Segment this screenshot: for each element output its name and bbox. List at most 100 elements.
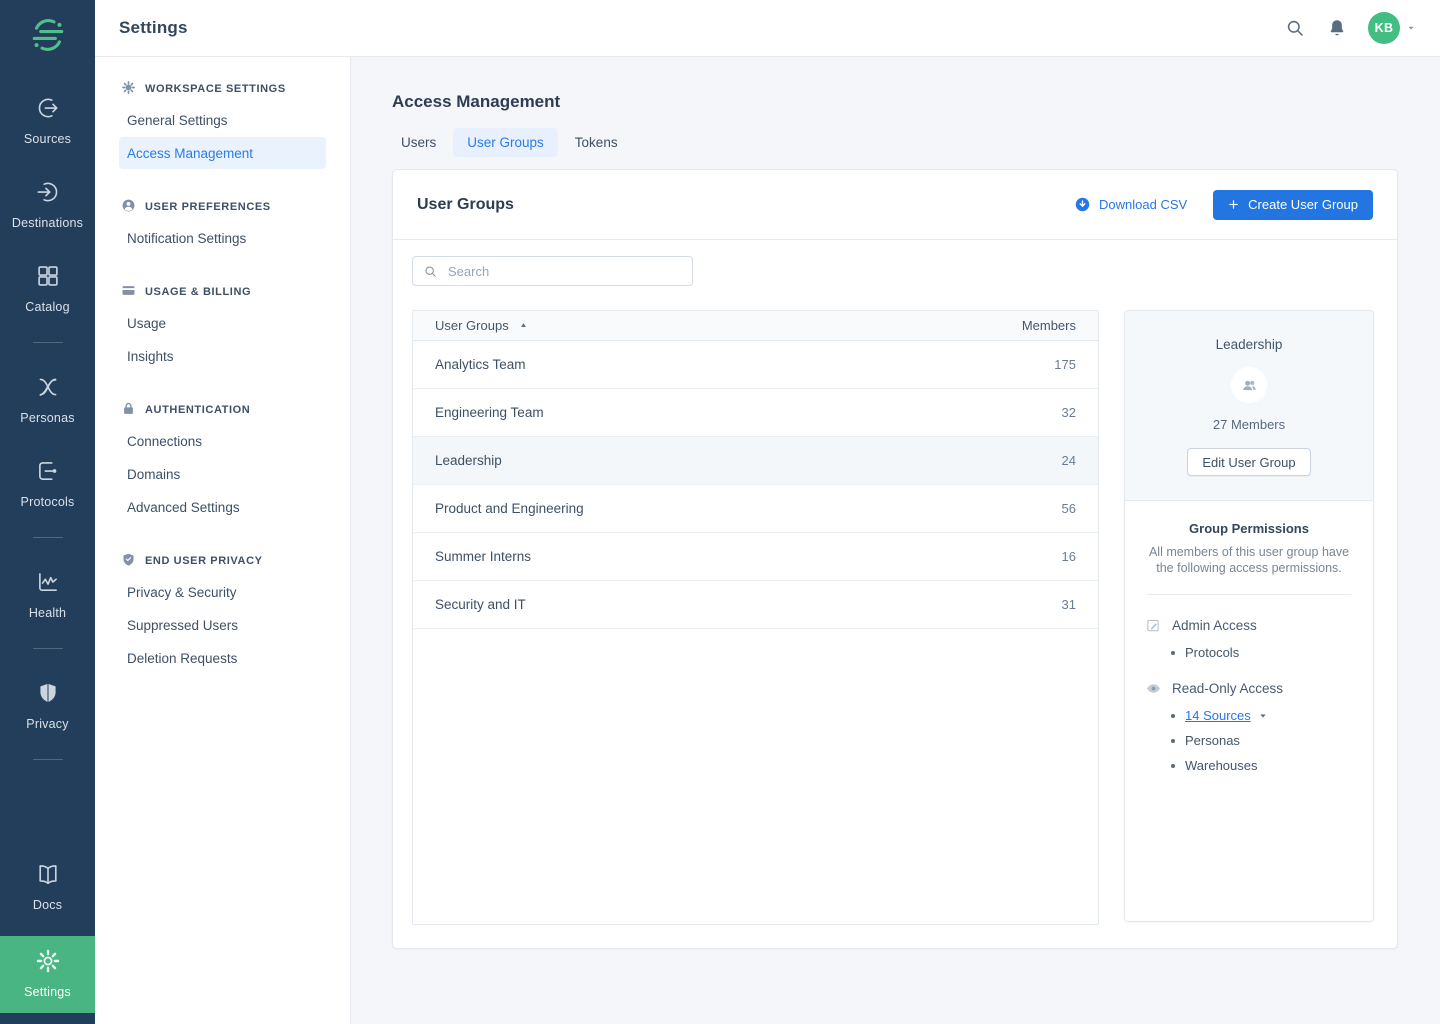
tab-bar: Users User Groups Tokens bbox=[392, 128, 1398, 157]
download-csv-link[interactable]: Download CSV bbox=[1074, 196, 1187, 213]
table-header-row: User Groups Members bbox=[413, 311, 1098, 341]
permission-item: Protocols bbox=[1169, 645, 1353, 660]
sort-ascending-icon bbox=[519, 321, 528, 330]
top-header: Settings KB bbox=[95, 0, 1440, 57]
privacy-shield-icon bbox=[35, 680, 61, 711]
search-icon bbox=[423, 264, 438, 279]
group-permissions: Group Permissions All members of this us… bbox=[1125, 501, 1373, 773]
table-row[interactable]: Analytics Team 175 bbox=[413, 341, 1098, 389]
caret-down-icon[interactable] bbox=[1258, 711, 1268, 721]
column-members[interactable]: Members bbox=[1022, 318, 1076, 333]
main-content: Access Management Users User Groups Toke… bbox=[351, 57, 1440, 1024]
sidebar-item-destinations[interactable]: Destinations bbox=[0, 177, 95, 232]
sidebar-item-docs[interactable]: Docs bbox=[0, 859, 95, 914]
section-title: USER PREFERENCES bbox=[145, 201, 271, 213]
search-icon[interactable] bbox=[1284, 17, 1306, 39]
create-user-group-button[interactable]: Create User Group bbox=[1213, 190, 1373, 220]
table-row-selected[interactable]: Leadership 24 bbox=[413, 437, 1098, 485]
gear-icon bbox=[35, 948, 61, 979]
edit-user-group-button[interactable]: Edit User Group bbox=[1187, 448, 1310, 476]
permissions-description: All members of this user group have the … bbox=[1145, 544, 1353, 576]
admin-access-header: Admin Access bbox=[1145, 617, 1353, 634]
sidebar-divider bbox=[33, 759, 63, 760]
search-box[interactable] bbox=[412, 256, 693, 286]
nav-domains[interactable]: Domains bbox=[119, 458, 326, 490]
nav-usage[interactable]: Usage bbox=[119, 307, 326, 339]
credit-card-icon bbox=[121, 283, 136, 301]
sidebar-item-health[interactable]: Health bbox=[0, 567, 95, 622]
permission-item: 14 Sources bbox=[1169, 708, 1353, 723]
table-row[interactable]: Security and IT 31 bbox=[413, 581, 1098, 629]
group-detail-panel: Leadership bbox=[1124, 310, 1374, 922]
personas-icon bbox=[35, 374, 61, 405]
page-title: Access Management bbox=[392, 92, 1398, 112]
section-title: END USER PRIVACY bbox=[145, 555, 263, 567]
member-count: 27 Members bbox=[1141, 417, 1357, 432]
nav-insights[interactable]: Insights bbox=[119, 340, 326, 372]
sidebar-item-sources[interactable]: Sources bbox=[0, 93, 95, 148]
card-actions: Download CSV Create User Group bbox=[1074, 190, 1373, 220]
nav-notification-settings[interactable]: Notification Settings bbox=[119, 222, 326, 254]
notifications-bell-icon[interactable] bbox=[1326, 17, 1348, 39]
permission-item: Warehouses bbox=[1169, 758, 1353, 773]
nav-advanced-settings[interactable]: Advanced Settings bbox=[119, 491, 326, 523]
tab-tokens[interactable]: Tokens bbox=[566, 128, 627, 157]
column-user-groups[interactable]: User Groups bbox=[435, 318, 528, 333]
avatar[interactable]: KB bbox=[1368, 12, 1400, 44]
header-title: Settings bbox=[119, 18, 188, 38]
sidebar-divider bbox=[33, 648, 63, 649]
tab-user-groups[interactable]: User Groups bbox=[453, 128, 558, 157]
sidebar-item-protocols[interactable]: Protocols bbox=[0, 456, 95, 511]
nav-access-management[interactable]: Access Management bbox=[119, 137, 326, 169]
lock-icon bbox=[121, 401, 136, 419]
eye-icon bbox=[1145, 680, 1162, 697]
read-only-access-header: Read-Only Access bbox=[1145, 680, 1353, 697]
nav-privacy-security[interactable]: Privacy & Security bbox=[119, 576, 326, 608]
section-end-user-privacy: END USER PRIVACY Privacy & Security Supp… bbox=[95, 551, 350, 674]
people-icon bbox=[1240, 376, 1259, 395]
section-title: AUTHENTICATION bbox=[145, 404, 250, 416]
section-title: WORKSPACE SETTINGS bbox=[145, 83, 286, 95]
table-row[interactable]: Summer Interns 16 bbox=[413, 533, 1098, 581]
tab-users[interactable]: Users bbox=[392, 128, 445, 157]
gear-icon bbox=[121, 80, 136, 98]
download-icon bbox=[1074, 196, 1091, 213]
permissions-title: Group Permissions bbox=[1145, 521, 1353, 536]
user-groups-table: User Groups Members Analytics Team 175 bbox=[412, 310, 1099, 925]
card-header: User Groups Download CSV Create User bbox=[393, 170, 1397, 240]
user-menu[interactable]: KB bbox=[1368, 12, 1416, 44]
search-input[interactable] bbox=[446, 263, 682, 280]
admin-access-list: Protocols bbox=[1145, 645, 1353, 660]
section-authentication: AUTHENTICATION Connections Domains Advan… bbox=[95, 400, 350, 523]
sidebar-item-settings[interactable]: Settings bbox=[0, 936, 95, 1013]
group-name: Leadership bbox=[1141, 337, 1357, 352]
section-title: USAGE & BILLING bbox=[145, 286, 251, 298]
section-workspace-settings: WORKSPACE SETTINGS General Settings Acce… bbox=[95, 79, 350, 169]
protocols-icon bbox=[35, 458, 61, 489]
nav-general-settings[interactable]: General Settings bbox=[119, 104, 326, 136]
sidebar-divider bbox=[33, 537, 63, 538]
table-row[interactable]: Engineering Team 32 bbox=[413, 389, 1098, 437]
shield-icon bbox=[121, 552, 136, 570]
chevron-down-icon bbox=[1406, 23, 1416, 33]
plus-icon bbox=[1228, 199, 1239, 210]
nav-connections[interactable]: Connections bbox=[119, 425, 326, 457]
nav-deletion-requests[interactable]: Deletion Requests bbox=[119, 642, 326, 674]
sources-count-link[interactable]: 14 Sources bbox=[1185, 708, 1251, 723]
segment-logo-icon[interactable] bbox=[25, 12, 71, 58]
sidebar-divider bbox=[33, 342, 63, 343]
sidebar-item-personas[interactable]: Personas bbox=[0, 372, 95, 427]
table-row[interactable]: Product and Engineering 56 bbox=[413, 485, 1098, 533]
sidebar-item-catalog[interactable]: Catalog bbox=[0, 261, 95, 316]
section-user-preferences: USER PREFERENCES Notification Settings bbox=[95, 197, 350, 254]
sidebar-item-privacy[interactable]: Privacy bbox=[0, 678, 95, 733]
read-only-access-list: 14 Sources Personas Warehouses bbox=[1145, 708, 1353, 773]
user-circle-icon bbox=[121, 198, 136, 216]
card-body: User Groups Members Analytics Team 175 bbox=[393, 240, 1397, 949]
divider bbox=[1147, 594, 1351, 595]
user-groups-card: User Groups Download CSV Create User bbox=[392, 169, 1398, 949]
sources-icon bbox=[35, 95, 61, 126]
nav-suppressed-users[interactable]: Suppressed Users bbox=[119, 609, 326, 641]
app-sidebar: Sources Destinations Catalog bbox=[0, 0, 95, 1024]
group-avatar bbox=[1231, 367, 1267, 403]
